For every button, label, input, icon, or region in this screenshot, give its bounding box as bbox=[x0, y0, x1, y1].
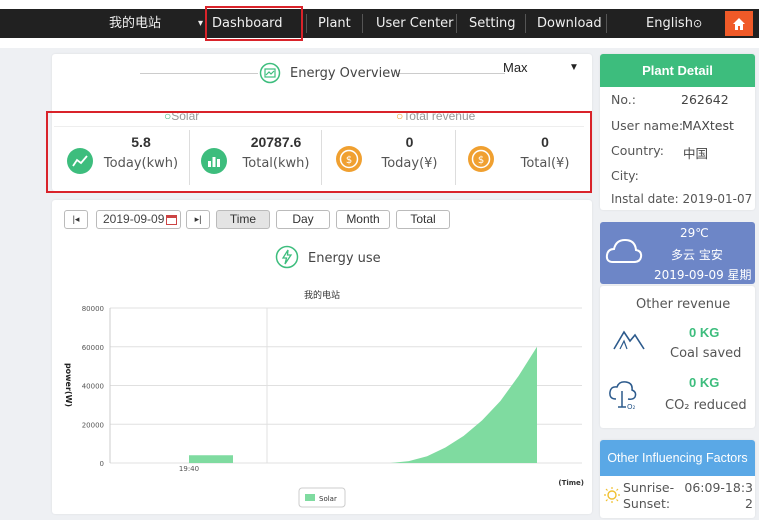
user-name-label: User name: bbox=[611, 118, 684, 133]
energy-use-title: Energy use bbox=[308, 251, 381, 266]
y-axis-label: power(W) bbox=[64, 363, 73, 407]
caret-down-icon[interactable]: ▾ bbox=[198, 9, 203, 38]
home-icon bbox=[733, 17, 745, 30]
home-button[interactable] bbox=[725, 11, 753, 36]
x-tick-label: 19:40 bbox=[179, 465, 199, 473]
energy-chart: 我的电站 80000 60000 40000 20000 0 power(W) 19:40 (T… bbox=[64, 289, 584, 508]
calendar-icon bbox=[166, 215, 177, 225]
highlight-box-stats bbox=[46, 111, 592, 193]
first-page-button[interactable]: |◂ bbox=[64, 210, 88, 229]
skip-forward-icon: ▸| bbox=[194, 214, 202, 224]
co2-reduced-label: CO₂ reduced bbox=[665, 398, 747, 413]
legend-swatch bbox=[305, 494, 315, 501]
date-input[interactable]: 2019-09-09 bbox=[96, 210, 181, 229]
divider-line bbox=[140, 73, 258, 74]
nav-station[interactable]: 我的电站 bbox=[109, 9, 161, 38]
series-area-solar bbox=[189, 346, 537, 463]
other-revenue-title: Other revenue bbox=[636, 297, 731, 312]
y-tick-label: 80000 bbox=[82, 305, 104, 313]
nav-download[interactable]: Download bbox=[537, 9, 602, 38]
date-value: 2019-09-09 bbox=[103, 212, 165, 226]
total-button[interactable]: Total bbox=[396, 210, 450, 229]
sun-icon bbox=[604, 487, 620, 503]
plant-no-label: No.: bbox=[611, 92, 636, 107]
nav-divider bbox=[525, 14, 526, 33]
divider-line bbox=[397, 73, 505, 74]
y-tick-label: 20000 bbox=[82, 421, 104, 429]
nav-divider bbox=[606, 14, 607, 33]
energy-overview-icon bbox=[259, 62, 281, 84]
cloud-icon bbox=[605, 238, 643, 263]
weather-temp: 29℃ bbox=[680, 226, 709, 240]
highlight-box-dashboard bbox=[205, 6, 303, 41]
nav-divider bbox=[362, 14, 363, 33]
nav-language[interactable]: English bbox=[646, 9, 693, 38]
skip-back-icon: |◂ bbox=[72, 214, 80, 224]
nav-plant[interactable]: Plant bbox=[318, 9, 351, 38]
install-date-label: Instal date: 2019-01-07 bbox=[611, 192, 752, 206]
nav-divider bbox=[456, 14, 457, 33]
language-icon[interactable]: ⊙ bbox=[693, 9, 702, 38]
co2-reduced-value: 0 KG bbox=[689, 375, 720, 390]
city-label: City: bbox=[611, 168, 639, 183]
factors-header: Other Influencing Factors bbox=[600, 440, 755, 476]
user-name-value: MAXtest bbox=[682, 118, 734, 133]
y-tick-label: 60000 bbox=[82, 344, 104, 352]
nav-divider bbox=[306, 14, 307, 33]
co2-tree-icon: O₂ bbox=[609, 381, 637, 411]
country-value: 中国 bbox=[683, 146, 709, 161]
energy-overview-title: Energy Overview bbox=[290, 66, 401, 81]
svg-text:O₂: O₂ bbox=[627, 403, 636, 411]
country-label: Country: bbox=[611, 143, 664, 158]
next-page-button[interactable]: ▸| bbox=[186, 210, 210, 229]
nav-setting[interactable]: Setting bbox=[469, 9, 516, 38]
lightning-icon bbox=[275, 245, 299, 269]
plant-no-value: 262642 bbox=[681, 92, 729, 107]
nav-bar: 我的电站 ▾ Dashboard Plant User Center Setti… bbox=[0, 9, 759, 38]
nav-user-center[interactable]: User Center bbox=[376, 9, 454, 38]
time-button[interactable]: Time bbox=[216, 210, 270, 229]
install-date-value: 2019-01-07 bbox=[682, 192, 753, 206]
day-button[interactable]: Day bbox=[276, 210, 330, 229]
y-tick-label: 0 bbox=[100, 460, 104, 468]
plant-detail-header: Plant Detail bbox=[600, 54, 755, 87]
month-button[interactable]: Month bbox=[336, 210, 390, 229]
mountain-icon bbox=[613, 330, 645, 350]
x-axis-label: (Time) bbox=[558, 479, 584, 487]
install-label-text: Instal date: bbox=[611, 192, 679, 206]
weather-desc: 多云 宝安 bbox=[671, 248, 723, 262]
sunrise-label: Sunrise-Sunset: bbox=[623, 480, 675, 511]
legend-label: Solar bbox=[319, 495, 337, 503]
sunrise-value: 06:09-18:32 bbox=[684, 480, 753, 511]
plant-select-value[interactable]: Max bbox=[503, 60, 528, 75]
coal-saved-label: Coal saved bbox=[670, 346, 742, 361]
weather-date: 2019-09-09 星期 bbox=[654, 268, 752, 282]
y-tick-label: 40000 bbox=[82, 383, 104, 391]
coal-saved-value: 0 KG bbox=[689, 325, 720, 340]
select-caret-icon[interactable]: ▼ bbox=[569, 62, 579, 73]
chart-title: 我的电站 bbox=[304, 289, 340, 301]
